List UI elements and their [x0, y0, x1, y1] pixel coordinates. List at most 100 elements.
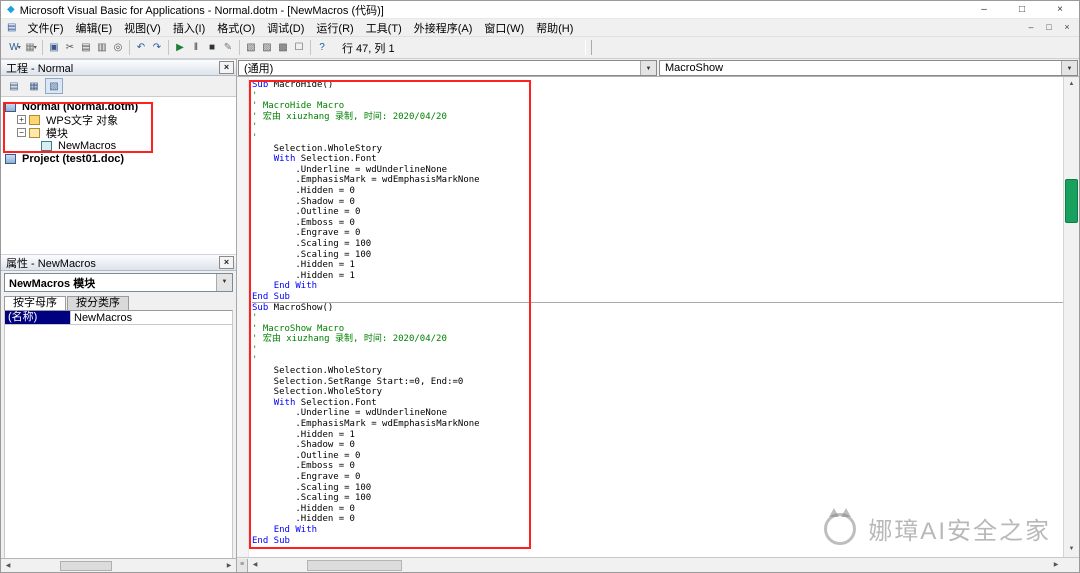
project-explorer-button[interactable]: ▧	[243, 39, 259, 57]
menu-item[interactable]: 外接程序(A)	[408, 19, 479, 37]
chevron-down-icon[interactable]: ▼	[1061, 60, 1077, 75]
design-mode-button[interactable]: ✎	[220, 39, 236, 57]
mdi-window-controls: – □ ×	[1022, 21, 1076, 35]
code-horizontal-scrollbar[interactable]: ≡ ◀ ▶	[237, 557, 1079, 572]
undo-button[interactable]: ↶	[133, 39, 149, 57]
run-icon: ▶	[176, 42, 184, 53]
properties-window-button[interactable]: ▨	[259, 39, 275, 57]
chevron-down-icon[interactable]: ▼	[640, 60, 656, 75]
save-button[interactable]: ▣	[46, 39, 62, 57]
tree-item[interactable]: NewMacros	[1, 139, 236, 152]
mdi-minimize-button[interactable]: –	[1022, 21, 1040, 35]
menu-item[interactable]: 运行(R)	[310, 19, 359, 37]
scrollbar-thumb[interactable]	[307, 559, 402, 571]
code-line: Sub MacroHide()	[252, 80, 334, 90]
menu-item[interactable]: 插入(I)	[167, 19, 211, 37]
object-browser-icon: ▩	[278, 42, 288, 53]
menu-bar: ▤ 文件(F) 编辑(E) 视图(V) 插入(I) 格式(O) 调试(D) 运行(R) 工具(…	[1, 19, 1079, 37]
menu-item[interactable]: 窗口(W)	[478, 19, 530, 37]
minimize-button[interactable]: –	[965, 1, 1003, 18]
property-row[interactable]: (名称) NewMacros	[5, 311, 232, 325]
code-line: .EmphasisMark = wdEmphasisMarkNone	[252, 175, 480, 186]
reset-button[interactable]: ■	[204, 39, 220, 57]
window-title: Microsoft Visual Basic for Applications …	[19, 4, 384, 17]
properties-tab[interactable]: 按字母序	[4, 296, 66, 310]
design-mode-icon: ✎	[223, 42, 233, 53]
tree-item[interactable]: + WPS文字 对象	[1, 113, 236, 127]
menu-items: 文件(F) 编辑(E) 视图(V) 插入(I) 格式(O) 调试(D) 运行(R) 工具(T)…	[21, 19, 579, 36]
toolbar-buttons: W ▾ ▦ ▾ ▣ ✂ ▤ ▥ ◎ ↶ ↷ ▶ ‖ ■ ✎ ▧ ▨ ▩ ☐?	[7, 37, 330, 58]
break-button[interactable]: ‖	[188, 39, 204, 57]
property-value[interactable]: NewMacros	[71, 312, 232, 324]
view-code-button[interactable]: ▤	[5, 78, 23, 94]
procedure-combo[interactable]: MacroShow ▼	[659, 59, 1078, 76]
properties-object-selector[interactable]: NewMacros 模块 ▼	[4, 273, 233, 292]
code-line: Sub MacroShow()	[252, 302, 1063, 313]
menu-item[interactable]: 文件(F)	[21, 19, 69, 37]
copy-icon: ▤	[81, 42, 91, 53]
mdi-close-button[interactable]: ×	[1058, 21, 1076, 35]
reset-icon: ■	[208, 42, 216, 53]
mdi-restore-button[interactable]: □	[1040, 21, 1058, 35]
menu-item[interactable]: 视图(V)	[118, 19, 167, 37]
properties-tab[interactable]: 按分类序	[67, 296, 129, 310]
tree-item[interactable]: Project (test01.doc)	[1, 152, 236, 165]
redo-button[interactable]: ↷	[149, 39, 165, 57]
object-browser-button[interactable]: ▩	[275, 39, 291, 57]
chevron-down-icon: ▾	[17, 45, 21, 51]
standard-toolbar: W ▾ ▦ ▾ ▣ ✂ ▤ ▥ ◎ ↶ ↷ ▶ ‖ ■ ✎ ▧ ▨ ▩ ☐? 行 47, 列 1	[1, 37, 1079, 59]
properties-grid: (名称) NewMacros	[4, 310, 233, 558]
view-object-button[interactable]: ▦	[25, 78, 43, 94]
scroll-right-icon[interactable]: ▶	[222, 560, 236, 572]
project-panel-close-icon[interactable]: ×	[219, 61, 234, 74]
code-margin-bar	[237, 77, 249, 557]
menu-item[interactable]: 格式(O)	[211, 19, 261, 37]
toggle-folders-button[interactable]: ▧	[45, 78, 63, 94]
code-vertical-scrollbar[interactable]: ▲ ▼	[1063, 77, 1079, 557]
project-toolbar: ▤ ▦ ▧	[1, 76, 236, 97]
help-button[interactable]: ?	[314, 39, 330, 57]
scroll-down-icon[interactable]: ▼	[1064, 542, 1079, 557]
copy-button[interactable]: ▤	[78, 39, 94, 57]
code-line: .Shadow = 0	[252, 196, 355, 207]
scrollbar-thumb[interactable]	[1065, 179, 1078, 223]
module-icon	[41, 140, 52, 151]
insert-userform-button[interactable]: ▦ ▾	[23, 39, 39, 57]
help-icon: ?	[319, 42, 325, 53]
maximize-button[interactable]: □	[1003, 1, 1041, 18]
tree-item[interactable]: − 模块	[1, 126, 236, 140]
menu-item[interactable]: 调试(D)	[261, 19, 310, 37]
view-word-button[interactable]: W ▾	[7, 39, 23, 57]
properties-panel-close-icon[interactable]: ×	[219, 256, 234, 269]
find-button[interactable]: ◎	[110, 39, 126, 57]
close-button[interactable]: ×	[1041, 1, 1079, 18]
scroll-left-icon[interactable]: ◀	[248, 559, 262, 571]
menu-item[interactable]: 工具(T)	[360, 19, 408, 37]
scroll-right-icon[interactable]: ▶	[1049, 559, 1063, 571]
code-line: '	[252, 122, 258, 133]
run-button[interactable]: ▶	[172, 39, 188, 57]
properties-horizontal-scrollbar[interactable]: ◀ ▶	[1, 558, 236, 572]
cut-button[interactable]: ✂	[62, 39, 78, 57]
scrollbar-thumb[interactable]	[60, 560, 112, 571]
chevron-down-icon[interactable]: ▼	[216, 274, 232, 291]
menu-item[interactable]: 帮助(H)	[530, 19, 579, 37]
code-line: .Engrave = 0	[252, 228, 361, 239]
code-editor[interactable]: Sub MacroHide() ' ' MacroHide Macro ' 宏由 xi…	[237, 77, 1079, 557]
tree-expander-icon[interactable]: −	[17, 128, 26, 137]
scroll-left-icon[interactable]: ◀	[1, 560, 15, 572]
cut-icon: ✂	[65, 42, 75, 53]
code-line: ' 宏由 xiuzhang 录制, 时间: 2020/04/20	[252, 334, 447, 345]
object-combo[interactable]: (通用) ▼	[238, 59, 657, 76]
toolbar-separator	[129, 40, 130, 55]
toolbar-separator	[310, 40, 311, 55]
window-split-handle[interactable]: ≡	[237, 558, 248, 572]
tree-expander-icon[interactable]: +	[17, 115, 26, 124]
tree-item-label: Project (test01.doc)	[22, 152, 125, 165]
properties-tabs: 按字母序 按分类序	[1, 294, 236, 310]
scroll-up-icon[interactable]: ▲	[1064, 77, 1079, 92]
menu-item[interactable]: 编辑(E)	[70, 19, 119, 37]
paste-button[interactable]: ▥	[94, 39, 110, 57]
object-combo-value: (通用)	[244, 62, 274, 75]
toolbox-button[interactable]: ☐	[291, 39, 307, 57]
